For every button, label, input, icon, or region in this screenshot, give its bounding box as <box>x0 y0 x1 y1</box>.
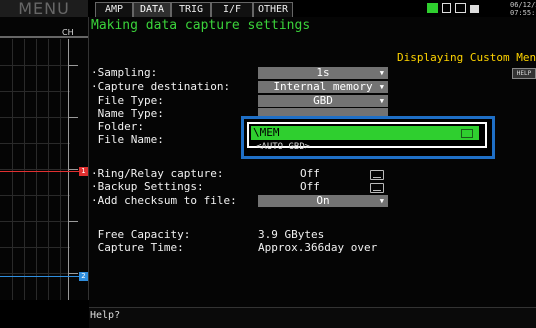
memory-status-icon <box>427 3 438 13</box>
chevron-down-icon: ▼ <box>379 197 384 205</box>
sampling-dropdown[interactable]: 1s ▼ <box>258 67 388 79</box>
backup-settings-icon[interactable] <box>370 183 384 193</box>
capture-time-value: Approx.366day over <box>258 241 378 254</box>
tab-amp[interactable]: AMP <box>95 2 133 18</box>
channel-label: CH <box>62 28 74 37</box>
trace-line-1 <box>0 171 79 172</box>
channel-marker-1[interactable]: 1 <box>79 167 88 176</box>
channel-panel: CH 1 2 <box>0 17 89 300</box>
page-title: Making data capture settings <box>91 18 311 33</box>
free-capacity-value: 3.9 GBytes <box>258 228 325 241</box>
help-bar <box>89 307 536 328</box>
help-button[interactable]: HELP <box>512 68 536 79</box>
help-text: Help? <box>90 310 121 321</box>
ring-relay-settings-icon[interactable] <box>370 170 384 180</box>
folder-select-popup: \MEM <AUTO GBD> <box>241 116 495 159</box>
custom-menu-indicator: Displaying Custom Menu <box>397 51 536 64</box>
tab-other[interactable]: OTHER <box>253 2 293 18</box>
capture-destination-label: ·Capture destination: <box>91 80 231 93</box>
capture-destination-dropdown[interactable]: Internal memory ▼ <box>258 81 388 93</box>
free-capacity-label: Free Capacity: <box>91 228 191 241</box>
backup-value: Off <box>300 180 320 193</box>
chevron-down-icon: ▼ <box>379 97 384 105</box>
tab-if[interactable]: I/F <box>211 2 253 18</box>
usb-icon <box>455 3 466 13</box>
tab-data[interactable]: DATA <box>133 2 171 18</box>
trace-line-2 <box>0 276 79 277</box>
file-type-dropdown[interactable]: GBD ▼ <box>258 95 388 107</box>
checksum-label: ·Add checksum to file: <box>91 194 237 207</box>
chevron-down-icon: ▼ <box>379 83 384 91</box>
sampling-label: ·Sampling: <box>91 66 158 79</box>
name-type-label: Name Type: <box>91 107 164 120</box>
datetime-display: 06/12/202407:55:17 <box>510 1 536 17</box>
channel-header-bar <box>0 36 88 38</box>
folder-label: Folder: <box>91 120 144 133</box>
channel-marker-2[interactable]: 2 <box>79 272 88 281</box>
folder-icon <box>461 129 473 138</box>
ring-relay-label: ·Ring/Relay capture: <box>91 167 224 180</box>
lock-icon <box>470 5 479 13</box>
file-name-label: File Name: <box>91 133 164 146</box>
tab-bar: AMP DATA TRIG I/F OTHER <box>89 0 536 18</box>
file-type-label: File Type: <box>91 94 164 107</box>
backup-label: ·Backup Settings: <box>91 180 204 193</box>
capture-time-label: Capture Time: <box>91 241 184 254</box>
menu-title[interactable]: MENU <box>0 0 88 17</box>
tab-trig[interactable]: TRIG <box>171 2 211 18</box>
folder-option-next[interactable]: <AUTO GBD> <box>256 142 310 152</box>
ring-relay-value: Off <box>300 167 320 180</box>
folder-option-selected[interactable]: \MEM <box>251 126 479 140</box>
chevron-down-icon: ▼ <box>379 69 384 77</box>
sd-card-icon <box>442 3 451 13</box>
checksum-dropdown[interactable]: On ▼ <box>258 195 388 207</box>
